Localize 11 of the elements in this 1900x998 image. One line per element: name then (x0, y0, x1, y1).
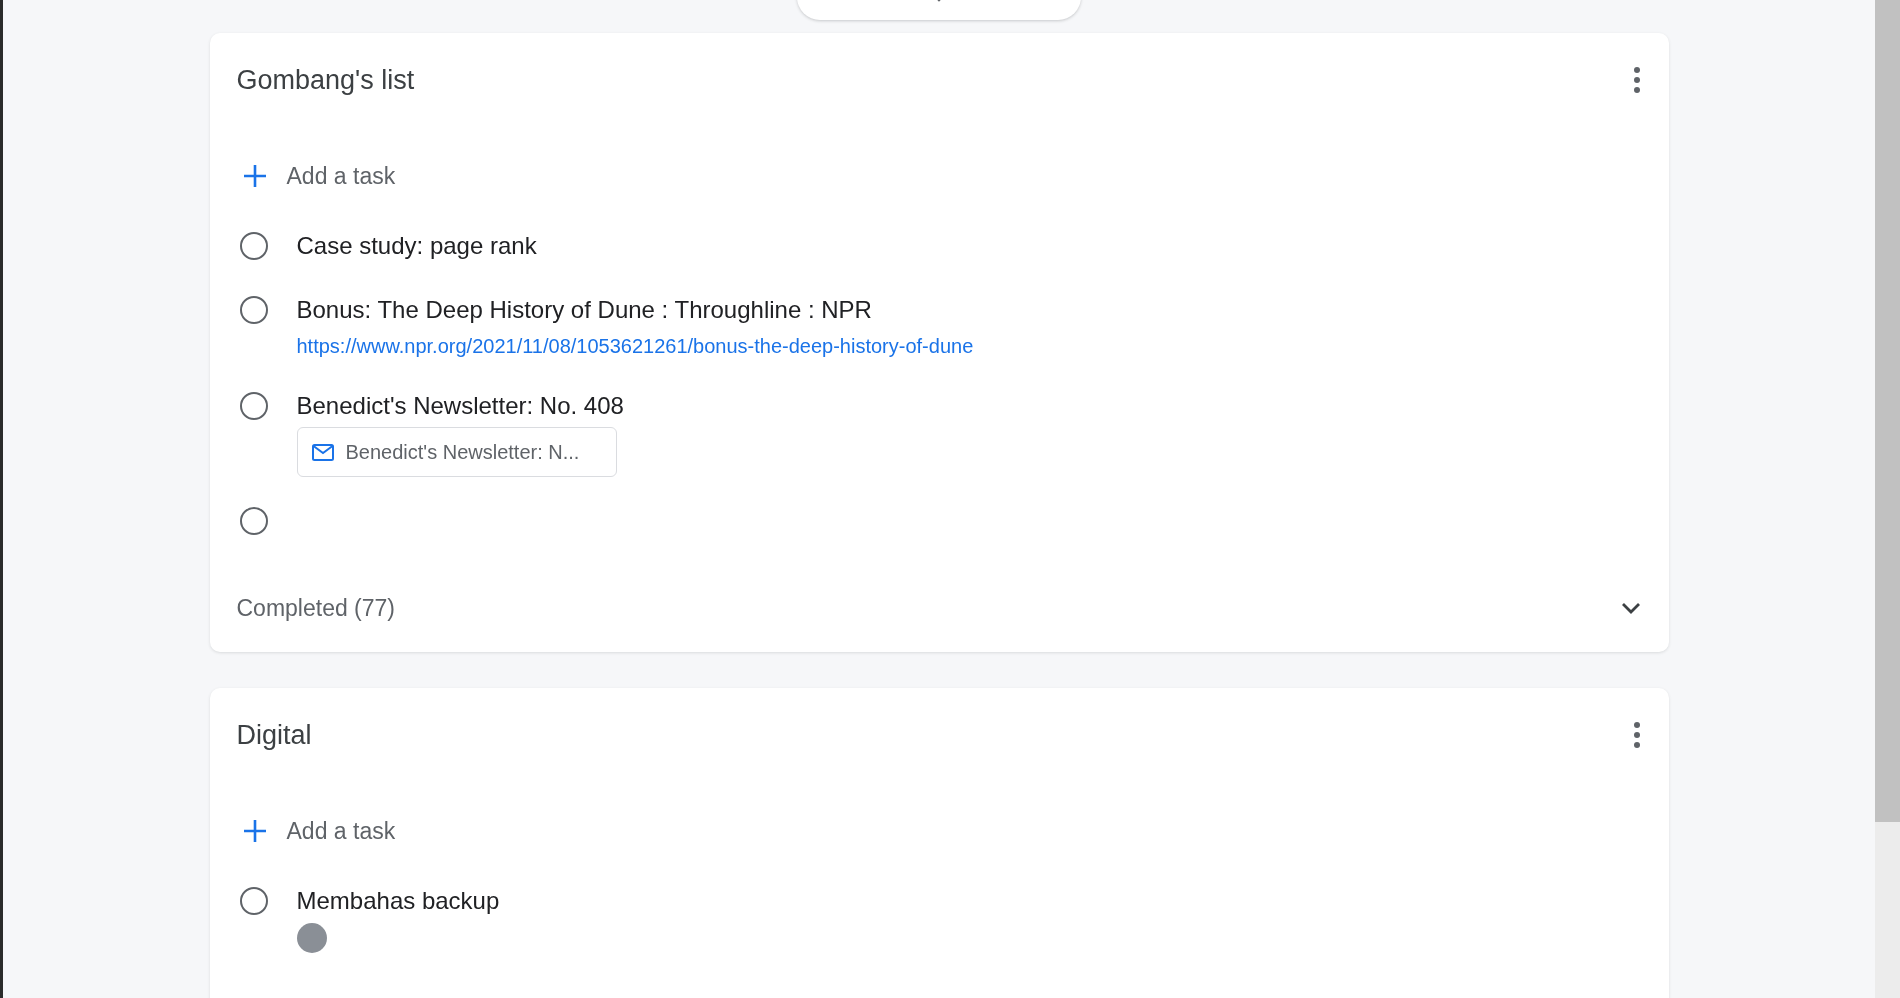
task-title: Case study: page rank (296, 231, 538, 261)
completed-toggle[interactable]: Completed (77) (236, 584, 1645, 632)
task-title: Benedict's Newsletter: No. 408 (296, 391, 625, 421)
add-task-button[interactable]: Add a task (236, 807, 396, 855)
email-attachment-chip[interactable]: Benedict's Newsletter: N... (296, 427, 617, 477)
task-title: Bonus: The Deep History of Dune : Throughline : NPR (296, 295, 873, 325)
list-title: Gombang's list (236, 64, 415, 96)
task-title: Membahas backup (296, 886, 501, 916)
list-title: Digital (236, 719, 312, 751)
add-task-button[interactable]: Add a task (236, 152, 396, 200)
task-link[interactable]: https://www.npr.org/2021/11/08/1053621261/bonus-the-deep-history-of-dune (296, 330, 1645, 362)
